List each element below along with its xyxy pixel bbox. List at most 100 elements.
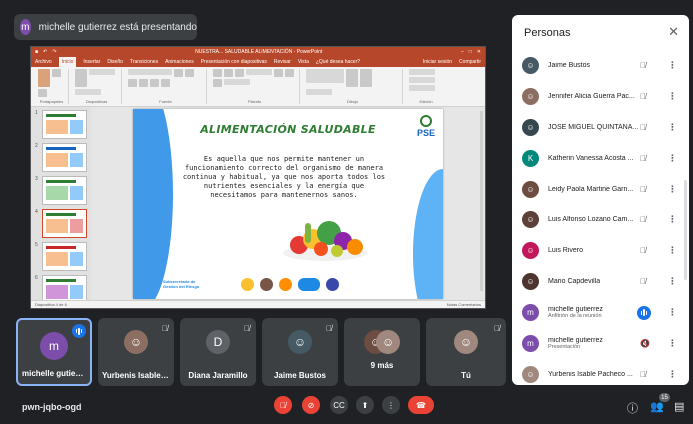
mic-off-icon[interactable]: 🎙̸ bbox=[640, 154, 646, 163]
more-vert-icon[interactable]: ⋮ bbox=[668, 214, 677, 225]
undo-icon[interactable]: ↶ bbox=[43, 49, 47, 55]
copy-icon[interactable] bbox=[38, 89, 47, 97]
status-notes[interactable]: Notas Comentarios bbox=[447, 302, 481, 307]
tab-diseno[interactable]: Diseño bbox=[107, 59, 123, 65]
mic-off-icon[interactable]: 🎙̸ bbox=[640, 92, 646, 101]
minimize-icon[interactable]: – bbox=[461, 49, 464, 55]
present-button[interactable]: ⬆ bbox=[356, 396, 374, 414]
thumb-4[interactable]: 4 bbox=[35, 209, 87, 238]
tell-me-search[interactable]: ¿Qué desea hacer? bbox=[316, 59, 360, 65]
participant-row[interactable]: ☺ JOSE MIGUEL QUINTANA... 🎙̸ ⋮ bbox=[512, 112, 689, 143]
font-family-select[interactable] bbox=[128, 69, 172, 75]
participant-row-presentation[interactable]: m michelle gutierrez Presentación 🔇 ⋮ bbox=[512, 328, 689, 359]
participant-row[interactable]: ☺ Luis Alfonso Lozano Cam... 🎙̸ ⋮ bbox=[512, 204, 689, 235]
layout-button[interactable] bbox=[89, 69, 115, 75]
tab-revisar[interactable]: Revisar bbox=[274, 59, 291, 65]
mic-off-icon[interactable]: 🎙̸ bbox=[640, 277, 646, 286]
more-vert-icon[interactable]: ⋮ bbox=[668, 369, 677, 380]
tab-archivo[interactable]: Archivo bbox=[35, 59, 52, 65]
participant-row[interactable]: ☺ Jaime Bustos 🎙̸ ⋮ bbox=[512, 50, 689, 81]
panel-scrollbar[interactable] bbox=[684, 180, 687, 280]
smartart-button[interactable] bbox=[224, 79, 250, 85]
align-center-icon[interactable] bbox=[285, 69, 294, 77]
participant-row[interactable]: ☺ Mario Capdevilla 🎙̸ ⋮ bbox=[512, 266, 689, 297]
more-vert-icon[interactable]: ⋮ bbox=[668, 184, 677, 195]
more-vert-icon[interactable]: ⋮ bbox=[668, 307, 677, 318]
find-button[interactable] bbox=[409, 69, 435, 75]
ppt-scrollbar[interactable] bbox=[480, 111, 483, 291]
thumb-3[interactable]: 3 bbox=[35, 176, 87, 205]
tab-insertar[interactable]: Insertar bbox=[83, 59, 100, 65]
participant-row-host[interactable]: m michelle gutierrez Anfitrión de la reun… bbox=[512, 297, 689, 328]
replace-button[interactable] bbox=[409, 77, 435, 83]
more-vert-icon[interactable]: ⋮ bbox=[668, 153, 677, 164]
participant-row[interactable]: ☺ Jennifer Alicia Guerra Pac... 🎙̸ ⋮ bbox=[512, 81, 689, 112]
participant-row[interactable]: K Katherin Vanessa Acosta ... 🎙̸ ⋮ bbox=[512, 143, 689, 174]
tab-animaciones[interactable]: Animaciones bbox=[165, 59, 194, 65]
thumb-5[interactable]: 5 bbox=[35, 242, 87, 271]
thumb-2[interactable]: 2 bbox=[35, 143, 87, 172]
mic-off-icon[interactable]: 🎙̸ bbox=[640, 215, 646, 224]
quick-styles-icon[interactable] bbox=[360, 69, 372, 87]
font-color-icon[interactable] bbox=[161, 79, 170, 87]
mic-off-icon[interactable]: 🎙̸ bbox=[640, 370, 646, 379]
align-left-icon[interactable] bbox=[274, 69, 283, 77]
mic-off-icon[interactable]: 🎙̸ bbox=[640, 61, 646, 70]
close-icon[interactable]: ✕ bbox=[668, 24, 679, 40]
more-vert-icon[interactable]: ⋮ bbox=[668, 91, 677, 102]
mic-off-icon[interactable]: 🎙̸ bbox=[640, 123, 646, 132]
chat-icon[interactable]: ▤ bbox=[674, 400, 684, 413]
bullets-icon[interactable] bbox=[213, 69, 222, 77]
mic-off-icon[interactable]: 🎙̸ bbox=[640, 185, 646, 194]
select-button[interactable] bbox=[409, 85, 435, 91]
arrange-icon[interactable] bbox=[346, 69, 358, 87]
bold-icon[interactable] bbox=[185, 69, 194, 77]
info-icon[interactable]: ⓘ bbox=[627, 400, 638, 416]
reset-button[interactable] bbox=[75, 89, 101, 95]
more-vert-icon[interactable]: ⋮ bbox=[668, 60, 677, 71]
new-slide-icon[interactable] bbox=[75, 69, 87, 87]
mic-toggle-button[interactable]: 🎙̸ bbox=[274, 396, 292, 414]
tile-yurbenis[interactable]: 🎙̸ ☺ Yurbenis Isable P... bbox=[98, 318, 174, 386]
save-icon[interactable]: ■ bbox=[35, 49, 38, 55]
tile-diana-jaramillo[interactable]: 🎙̸ D Diana Jaramillo bbox=[180, 318, 256, 386]
more-options-button[interactable]: ⋮ bbox=[382, 396, 400, 414]
tile-self[interactable]: 🎙̸ ☺ Tú bbox=[426, 318, 506, 386]
captions-button[interactable]: CC bbox=[330, 396, 348, 414]
cut-icon[interactable] bbox=[52, 69, 61, 77]
tab-presentacion[interactable]: Presentación con diapositivas bbox=[201, 59, 267, 65]
thumb-1[interactable]: 1 bbox=[35, 110, 87, 139]
underline-icon[interactable] bbox=[139, 79, 148, 87]
camera-toggle-button[interactable]: ⊘ bbox=[302, 396, 320, 414]
share-button[interactable]: Compartir bbox=[459, 59, 481, 65]
more-vert-icon[interactable]: ⋮ bbox=[668, 338, 677, 349]
paste-icon[interactable] bbox=[38, 69, 50, 87]
mic-off-icon[interactable]: 🎙̸ bbox=[640, 246, 646, 255]
more-vert-icon[interactable]: ⋮ bbox=[668, 276, 677, 287]
tile-jaime-bustos[interactable]: 🎙̸ ☺ Jaime Bustos bbox=[262, 318, 338, 386]
tab-inicio[interactable]: Inicio bbox=[58, 57, 77, 67]
indent-icon[interactable] bbox=[235, 69, 244, 77]
font-size-select[interactable] bbox=[174, 69, 183, 77]
shape-fill-button[interactable] bbox=[306, 89, 332, 95]
strikethrough-icon[interactable] bbox=[150, 79, 159, 87]
text-direction-button[interactable] bbox=[246, 69, 272, 75]
close-window-icon[interactable]: ✕ bbox=[477, 49, 481, 55]
shapes-gallery[interactable] bbox=[306, 69, 344, 83]
tab-vista[interactable]: Vista bbox=[298, 59, 309, 65]
more-vert-icon[interactable]: ⋮ bbox=[668, 245, 677, 256]
current-slide[interactable]: PSE ALIMENTACIÓN SALUDABLE Es aquella qu… bbox=[133, 108, 443, 299]
tile-more-participants[interactable]: ☺ ☺ 9 más bbox=[344, 318, 420, 386]
audio-off-icon[interactable]: 🔇 bbox=[640, 339, 650, 348]
tab-transiciones[interactable]: Transiciones bbox=[130, 59, 158, 65]
italic-icon[interactable] bbox=[128, 79, 137, 87]
people-icon[interactable]: 👥 bbox=[650, 400, 664, 413]
numbering-icon[interactable] bbox=[224, 69, 233, 77]
redo-icon[interactable]: ↷ bbox=[52, 49, 56, 55]
more-vert-icon[interactable]: ⋮ bbox=[668, 122, 677, 133]
participant-row[interactable]: ☺ Luis Rivero 🎙̸ ⋮ bbox=[512, 235, 689, 266]
end-call-button[interactable]: ☎ bbox=[408, 396, 434, 414]
participant-row[interactable]: ☺ Yurbenis Isable Pacheco ... 🎙̸ ⋮ bbox=[512, 359, 689, 385]
participant-row[interactable]: ☺ Leidy Paola Martine Garn... 🎙̸ ⋮ bbox=[512, 174, 689, 205]
signin-link[interactable]: Iniciar sesión bbox=[423, 59, 452, 65]
